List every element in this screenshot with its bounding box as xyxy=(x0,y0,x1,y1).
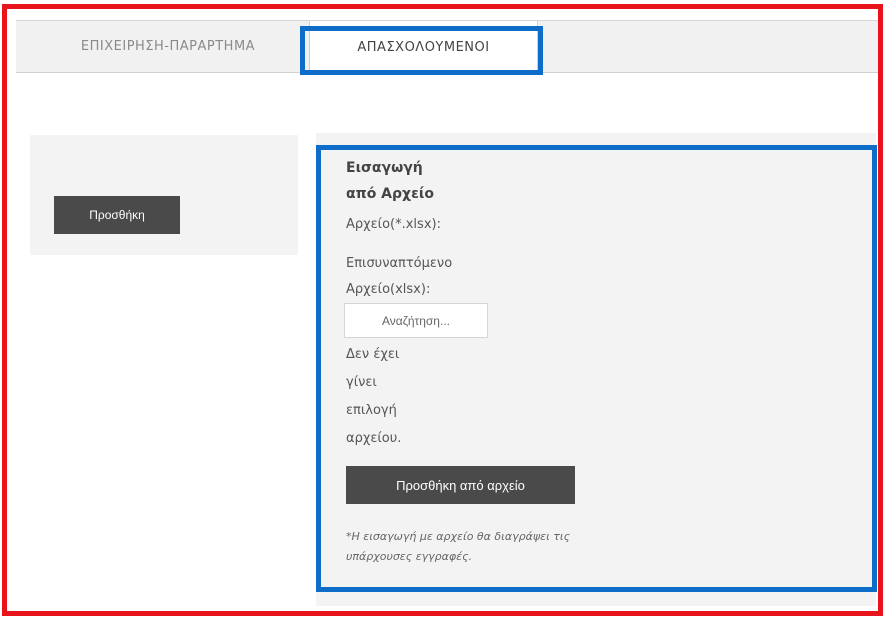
highlight-box-outer xyxy=(2,4,883,616)
page-frame: ΕΠΙΧΕΙΡΗΣΗ-ΠΑΡΑΡΤΗΜΑ ΑΠΑΣΧΟΛΟΥΜΕΝΟΙ Προσ… xyxy=(0,0,885,619)
